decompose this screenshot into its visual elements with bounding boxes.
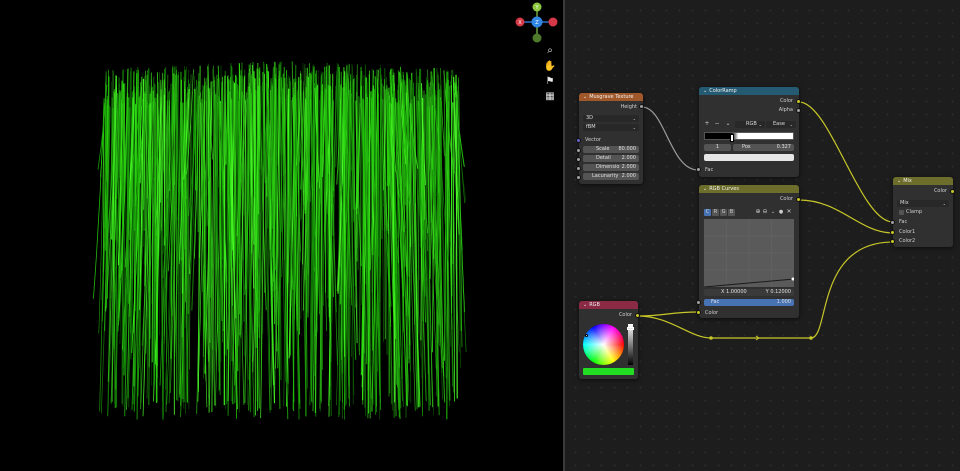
zoom-icon[interactable]: ⌕ [543,44,557,58]
interpolation-select[interactable]: Ease ⌄ [766,121,796,128]
musgrave-texture-node[interactable]: ⌄ Musgrave Texture Height 3D ⌄ fBM ⌄ Vector… [579,93,643,184]
gizmo-x-label: X [518,20,522,26]
rgbcurves-header[interactable]: ⌄ RGB Curves [699,185,799,193]
3d-viewport[interactable]: Y Z X ⌕ ✋ ⚑ ▦ [0,0,563,471]
remove-stop-button[interactable]: − [714,121,720,127]
collapse-icon[interactable]: ⌄ [583,94,587,100]
mix-color-output-socket[interactable] [950,189,955,194]
rgb-color-output-socket[interactable] [635,313,640,318]
color-wheel-cursor[interactable] [585,334,588,337]
grid-icon[interactable]: ▦ [543,90,557,104]
scale-field[interactable]: Scale 80.000 [583,146,639,153]
gizmo-neg-z-axis [548,17,558,27]
shader-node-editor[interactable]: ⌄ Musgrave Texture Height 3D ⌄ fBM ⌄ Vector… [565,0,960,471]
gizmo-neg-y-axis [532,33,542,43]
blend-mode-select[interactable]: Mix ⌄ [897,200,949,207]
mix-color1-input-label: Color1 [899,229,916,235]
mix-fac-input-label: Fac [899,219,908,225]
collapse-icon[interactable]: ⌄ [583,302,587,308]
collapse-icon[interactable]: ⌄ [703,186,707,192]
scale-input-socket[interactable] [576,148,581,153]
dimension-field[interactable]: Dimensio 2.000 [583,164,639,171]
curve-graph[interactable] [704,219,794,287]
rgb-color-output-label: Color [618,312,632,318]
value-slider[interactable] [628,324,633,365]
hair-strands [93,61,467,420]
alpha-output-label: Alpha [778,107,793,113]
colorramp-node[interactable]: ⌄ ColorRamp Color Alpha + − ⌄ RGB ⌄ Ease ⌄ … [699,87,799,177]
curves-color-input-label: Color [705,310,719,316]
rgb-curves-node[interactable]: ⌄ RGB Curves Color C R G B ⊕ ⊖ ⌄ ● ✕ X 1.… [699,185,799,318]
stop-position-field[interactable]: Pos 0.327 [733,144,794,151]
navigation-gizmo[interactable]: Y Z X [512,0,562,46]
collapse-icon[interactable]: ⌄ [703,88,707,94]
colorramp-color-output-socket[interactable] [796,99,801,104]
mix-node[interactable]: ⌄ Mix Color Mix ⌄ Clamp Fac Color1 Color2 [893,177,953,247]
fac-input-label: Fac [705,167,714,173]
musgrave-header[interactable]: ⌄ Musgrave Texture [579,93,643,101]
color-ramp-bar[interactable] [704,132,794,140]
stop-index-field[interactable]: 1 [704,144,731,151]
musgrave-type-select[interactable]: fBM ⌄ [583,124,639,131]
color-wheel[interactable] [583,324,624,365]
color-output-label: Color [779,98,793,104]
hair-render [93,61,467,420]
curves-fac-field[interactable]: Fac 1.000 [704,299,794,306]
rgb-color-swatch[interactable] [583,368,634,375]
curves-color-output-socket[interactable] [796,197,801,202]
hand-icon[interactable]: ✋ [543,60,557,74]
curve-menu-icon[interactable]: ⌄ [770,209,776,215]
ramp-menu-button[interactable]: ⌄ [725,121,731,127]
lacunarity-input-socket[interactable] [576,175,581,180]
zoom-out-icon[interactable]: ⊖ [762,209,768,215]
channel-r-tab[interactable]: R [712,209,719,216]
collapse-icon[interactable]: ⌄ [897,178,901,184]
curves-color-output-label: Color [779,196,793,202]
curve-point-readout[interactable]: X 1.00000 Y 0.12000 [704,289,794,296]
color-mode-select[interactable]: RGB ⌄ [735,121,765,128]
detail-field[interactable]: Detail 2.000 [583,155,639,162]
vector-input-label: Vector [585,137,601,143]
colorramp-header[interactable]: ⌄ ColorRamp [699,87,799,95]
mix-color-output-label: Color [933,188,947,194]
vector-input-socket[interactable] [576,138,581,143]
lacunarity-field[interactable]: Lacunarity 2.000 [583,173,639,180]
clamp-label: Clamp [906,209,922,215]
rgb-node[interactable]: ⌄ RGB Color [579,301,638,379]
gizmo-z-label: Z [535,20,539,26]
camera-icon[interactable]: ⚑ [543,75,557,89]
colorramp-alpha-output-socket[interactable] [796,108,801,113]
value-slider-handle[interactable] [627,327,634,330]
ramp-stop-handle[interactable] [730,134,734,142]
height-output-socket[interactable] [639,104,644,109]
channel-b-tab[interactable]: B [728,209,735,216]
zoom-in-icon[interactable]: ⊕ [755,209,761,215]
dimension-input-socket[interactable] [576,166,581,171]
height-output-label: Height [620,104,637,110]
add-stop-button[interactable]: + [704,121,710,127]
curves-color-input-socket[interactable] [696,310,701,315]
mix-header[interactable]: ⌄ Mix [893,177,953,185]
colorramp-fac-input-socket[interactable] [696,167,701,172]
mix-color1-input-socket[interactable] [890,230,895,235]
stop-color-swatch[interactable] [704,154,794,161]
mix-color2-input-socket[interactable] [890,239,895,244]
dimension-select[interactable]: 3D ⌄ [583,115,639,122]
rgb-header[interactable]: ⌄ RGB [579,301,638,309]
mix-color2-input-label: Color2 [899,238,916,244]
channel-c-tab[interactable]: C [704,209,711,216]
clip-icon[interactable]: ● [778,209,784,215]
detail-input-socket[interactable] [576,157,581,162]
channel-g-tab[interactable]: G [720,209,727,216]
curves-fac-input-socket[interactable] [696,300,701,305]
reset-curve-icon[interactable]: ✕ [786,209,792,215]
clamp-checkbox[interactable] [899,210,904,215]
mix-fac-input-socket[interactable] [890,220,895,225]
